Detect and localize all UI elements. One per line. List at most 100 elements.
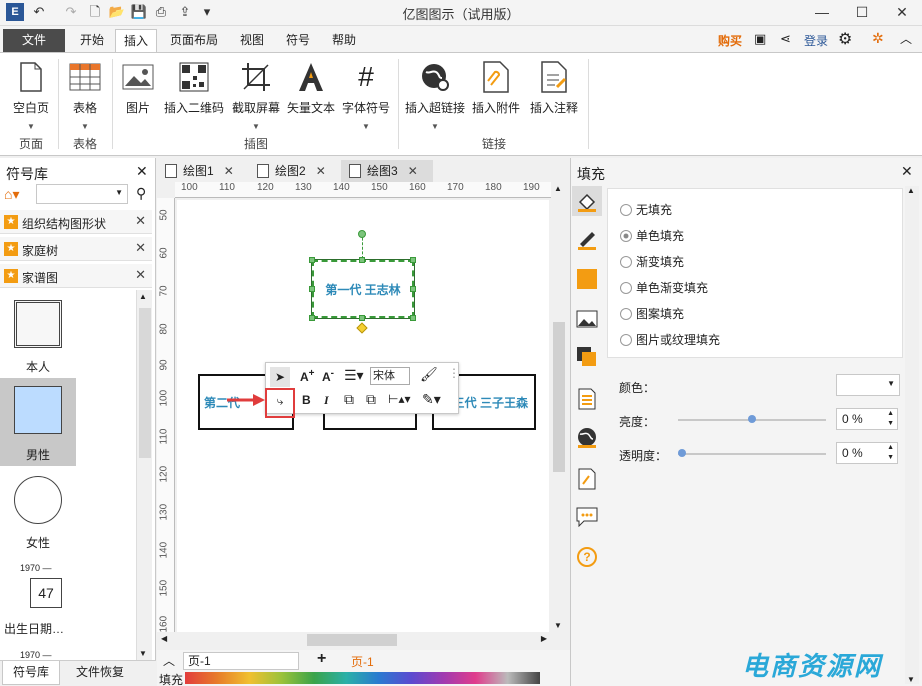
- picture-button[interactable]: 图片: [118, 59, 158, 116]
- more-icon[interactable]: ⋮: [448, 366, 460, 380]
- line-pen-icon[interactable]: [572, 224, 602, 254]
- page-tab[interactable]: 页-1: [351, 653, 374, 670]
- comment-bubble-icon[interactable]: [572, 502, 602, 532]
- scrollbar[interactable]: ▲ ▼: [136, 290, 152, 660]
- tab-symbol[interactable]: 符号: [278, 29, 318, 52]
- scroll-up-icon[interactable]: ▲: [554, 184, 562, 193]
- fill-option-none[interactable]: 无填充: [620, 201, 672, 221]
- close-icon[interactable]: ✕: [316, 164, 326, 178]
- rotate-handle[interactable]: [358, 230, 366, 238]
- page-select[interactable]: 页-1: [183, 652, 299, 670]
- insert-comment-button[interactable]: 插入注释: [526, 59, 582, 116]
- document-list-icon[interactable]: [572, 384, 602, 414]
- tab-symbols[interactable]: 符号库: [2, 661, 60, 685]
- shadow-icon[interactable]: [572, 264, 602, 294]
- scroll-up-icon[interactable]: ▲: [907, 186, 915, 195]
- close-icon[interactable]: ✕: [135, 267, 146, 283]
- slider-knob[interactable]: [678, 449, 686, 457]
- resize-handle[interactable]: [410, 257, 416, 263]
- attachment-doc-icon[interactable]: [572, 464, 602, 494]
- collapse-ribbon-icon[interactable]: ︿: [900, 30, 912, 47]
- resize-handle[interactable]: [309, 286, 315, 292]
- tab-file-recovery[interactable]: 文件恢复: [70, 661, 130, 685]
- help-icon[interactable]: ?: [572, 542, 602, 572]
- scroll-right-icon[interactable]: ▶: [541, 634, 547, 643]
- resize-handle[interactable]: [359, 315, 365, 321]
- canvas-hscroll[interactable]: ◀ ▶: [157, 632, 551, 648]
- send-back-icon[interactable]: ⧉: [366, 391, 376, 408]
- close-icon[interactable]: ✕: [901, 163, 913, 180]
- login-link[interactable]: 登录: [804, 32, 828, 49]
- tab-page-layout[interactable]: 页面布局: [162, 29, 226, 52]
- insert-hyperlink-button[interactable]: 插入超链接 ▼: [402, 59, 468, 131]
- canvas-vscroll[interactable]: ▲ ▼: [551, 182, 567, 632]
- shape-female[interactable]: [14, 476, 62, 524]
- tab-file[interactable]: 文件: [3, 29, 65, 52]
- fill-option-solid[interactable]: 单色填充: [620, 227, 684, 247]
- resize-handle[interactable]: [309, 315, 315, 321]
- scroll-down-icon[interactable]: ▼: [139, 649, 147, 658]
- bring-front-icon[interactable]: ⧉: [344, 391, 354, 408]
- scroll-thumb[interactable]: [139, 308, 151, 458]
- table-button[interactable]: 表格 ▼: [64, 59, 106, 131]
- canvas-page[interactable]: 第一代 王志林 第二代 三代 三子王森 ➤ A+ A- ☰▾ 宋体 🖌 ⋮ ⤷ …: [177, 200, 549, 632]
- fill-option-gradient[interactable]: 渐变填充: [620, 253, 684, 273]
- close-icon[interactable]: ✕: [135, 240, 146, 256]
- add-page-icon[interactable]: +: [317, 650, 326, 668]
- doc-tab-1[interactable]: 绘图1 ✕: [157, 160, 243, 182]
- resize-handle[interactable]: [359, 257, 365, 263]
- home-icon[interactable]: ⌂▾: [4, 186, 19, 203]
- share-icon[interactable]: ⋖: [780, 31, 791, 47]
- fill-panel-scrollbar[interactable]: ▲ ▼: [905, 186, 919, 684]
- brightness-input[interactable]: 0 % ▲ ▼: [836, 408, 898, 430]
- shape-birth-date[interactable]: 47: [30, 578, 62, 608]
- font-grow-icon[interactable]: A+: [300, 368, 315, 384]
- insert-qr-button[interactable]: 插入二维码: [162, 59, 226, 116]
- buy-link[interactable]: 购买: [718, 32, 742, 49]
- collapse-icon[interactable]: ︿: [163, 652, 175, 669]
- fill-bucket-icon[interactable]: [572, 186, 602, 216]
- brightness-slider[interactable]: [678, 410, 826, 430]
- resize-handle[interactable]: [410, 315, 416, 321]
- control-point[interactable]: [356, 322, 368, 334]
- close-icon[interactable]: ✕: [136, 163, 148, 180]
- font-symbol-button[interactable]: # 字体符号 ▼: [340, 59, 392, 131]
- tab-help[interactable]: 帮助: [324, 29, 364, 52]
- library-genealogy[interactable]: ★ 家谱图 ✕: [0, 264, 152, 288]
- select-pointer-icon[interactable]: ➤: [270, 367, 290, 387]
- scroll-up-icon[interactable]: ▲: [139, 292, 147, 301]
- settings-icon[interactable]: ⚙: [838, 29, 852, 49]
- close-icon[interactable]: ✕: [135, 213, 146, 229]
- image-icon[interactable]: [572, 304, 602, 334]
- maximize-button[interactable]: ☐: [842, 0, 882, 24]
- scroll-thumb[interactable]: [553, 322, 565, 472]
- library-family-tree[interactable]: ★ 家庭树 ✕: [0, 237, 152, 261]
- vector-text-button[interactable]: 矢量文本: [284, 59, 338, 116]
- fill-option-picture[interactable]: 图片或纹理填充: [620, 331, 720, 351]
- bold-icon[interactable]: B: [302, 393, 311, 407]
- italic-icon[interactable]: I: [324, 393, 329, 408]
- screenshot-button[interactable]: 截取屏幕 ▼: [228, 59, 284, 131]
- resize-handle[interactable]: [309, 257, 315, 263]
- fill-option-mono-gradient[interactable]: 单色渐变填充: [620, 279, 708, 299]
- node-first-generation[interactable]: 第一代 王志林: [311, 259, 415, 319]
- transparency-input[interactable]: 0 % ▲ ▼: [836, 442, 898, 464]
- line-style-icon[interactable]: ✎▾: [422, 391, 441, 408]
- font-shrink-icon[interactable]: A-: [322, 368, 334, 384]
- scroll-left-icon[interactable]: ◀: [161, 634, 167, 643]
- scroll-thumb[interactable]: [307, 634, 397, 646]
- format-painter-icon[interactable]: 🖌: [420, 366, 438, 383]
- tab-home[interactable]: 开始: [72, 29, 112, 52]
- layer-icon[interactable]: [572, 342, 602, 372]
- scroll-down-icon[interactable]: ▼: [554, 621, 562, 630]
- search-icon[interactable]: ⚲: [136, 185, 146, 202]
- slider-knob[interactable]: [748, 415, 756, 423]
- search-input[interactable]: ▼: [36, 184, 128, 204]
- library-org-chart[interactable]: ★ 组织结构图形状 ✕: [0, 210, 152, 234]
- shape-self[interactable]: [14, 300, 62, 348]
- globe-icon[interactable]: [572, 422, 602, 452]
- close-button[interactable]: ✕: [882, 0, 922, 24]
- distribute-icon[interactable]: ⊢▴▾: [388, 392, 411, 406]
- color-picker[interactable]: ▼: [836, 374, 900, 396]
- tab-view[interactable]: 视图: [232, 29, 272, 52]
